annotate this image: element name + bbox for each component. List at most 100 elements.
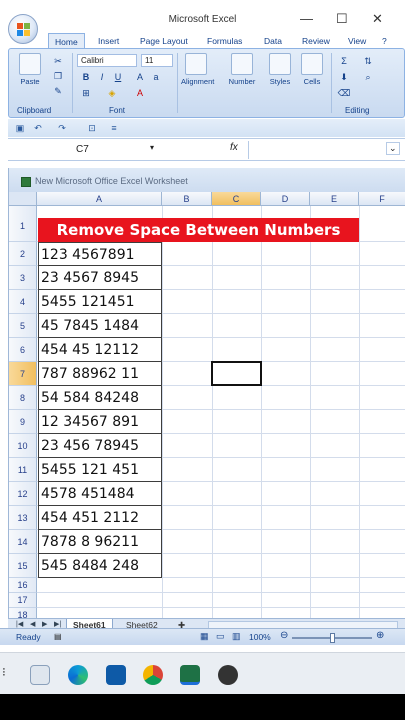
cells-button[interactable]: Cells bbox=[297, 53, 327, 86]
insert-function-button[interactable]: fx bbox=[230, 142, 238, 153]
styles-button[interactable]: Styles bbox=[265, 53, 295, 86]
underline-button[interactable]: U bbox=[111, 71, 125, 83]
alignment-button[interactable]: Alignment bbox=[181, 53, 214, 86]
row-header-11[interactable]: 11 bbox=[9, 458, 37, 482]
row-header-6[interactable]: 6 bbox=[9, 338, 37, 362]
zoom-out-icon[interactable]: ⊖ bbox=[280, 630, 288, 641]
row-header-15[interactable]: 15 bbox=[9, 554, 37, 578]
cell-a13[interactable]: 454 451 2112 bbox=[38, 506, 162, 530]
cell-a12[interactable]: 4578 451484 bbox=[38, 482, 162, 506]
tab-page-layout[interactable]: Page Layout bbox=[140, 33, 188, 49]
cell-a8[interactable]: 54 584 84248 bbox=[38, 386, 162, 410]
page-break-view-icon[interactable]: ▥ bbox=[232, 631, 241, 642]
row-header-9[interactable]: 9 bbox=[9, 410, 37, 434]
row-header-17[interactable]: 17 bbox=[9, 593, 37, 608]
row-header-12[interactable]: 12 bbox=[9, 482, 37, 506]
number-button[interactable]: Number bbox=[227, 53, 257, 86]
clear-icon[interactable]: ⌫ bbox=[337, 87, 351, 99]
zoom-slider[interactable] bbox=[292, 633, 372, 643]
formula-input[interactable] bbox=[252, 142, 382, 158]
normal-view-icon[interactable]: ▦ bbox=[200, 631, 209, 642]
column-header-b[interactable]: B bbox=[162, 192, 212, 206]
tab-data[interactable]: Data bbox=[264, 33, 282, 49]
page-layout-view-icon[interactable]: ▭ bbox=[216, 631, 225, 642]
undo-icon[interactable]: ↶ bbox=[32, 122, 44, 134]
prev-sheet-icon[interactable]: ◀ bbox=[30, 620, 35, 628]
macro-record-icon[interactable]: ▤ bbox=[54, 632, 62, 641]
row-header-3[interactable]: 3 bbox=[9, 266, 37, 290]
expand-formula-bar-icon[interactable]: ⌄ bbox=[386, 142, 400, 155]
cell-a7[interactable]: 787 88962 11 bbox=[38, 362, 162, 386]
borders-icon[interactable]: ⊞ bbox=[79, 87, 93, 99]
row-header-4[interactable]: 4 bbox=[9, 290, 37, 314]
row-header-5[interactable]: 5 bbox=[9, 314, 37, 338]
help-icon[interactable]: ? bbox=[382, 33, 387, 49]
bold-button[interactable]: B bbox=[79, 71, 93, 83]
cell-a6[interactable]: 454 45 12112 bbox=[38, 338, 162, 362]
row-header-2[interactable]: 2 bbox=[9, 242, 37, 266]
zoom-in-icon[interactable]: ⊕ bbox=[376, 630, 384, 641]
row-header-1[interactable]: 1 bbox=[9, 206, 37, 242]
format-painter-icon[interactable]: ✎ bbox=[51, 85, 65, 97]
paste-button[interactable]: Paste bbox=[15, 53, 45, 86]
row-header-8[interactable]: 8 bbox=[9, 386, 37, 410]
row-header-10[interactable]: 10 bbox=[9, 434, 37, 458]
cell-a5[interactable]: 45 7845 1484 bbox=[38, 314, 162, 338]
sort-filter-icon[interactable]: ⇅ bbox=[361, 55, 375, 67]
tab-review[interactable]: Review bbox=[302, 33, 330, 49]
close-button[interactable]: ✕ bbox=[372, 11, 383, 27]
font-name-select[interactable]: Calibri bbox=[77, 54, 137, 67]
save-icon[interactable]: ▣ bbox=[14, 122, 26, 134]
grow-font-icon[interactable]: A bbox=[133, 71, 147, 83]
fill-icon[interactable]: ⬇ bbox=[337, 71, 351, 83]
next-sheet-icon[interactable]: ▶ bbox=[42, 620, 47, 628]
title-banner[interactable]: Remove Space Between Numbers bbox=[38, 218, 359, 242]
zoom-level[interactable]: 100% bbox=[249, 632, 271, 642]
cell-a4[interactable]: 5455 121451 bbox=[38, 290, 162, 314]
row-header-7[interactable]: 7 bbox=[9, 362, 37, 386]
cell-a14[interactable]: 7878 8 96211 bbox=[38, 530, 162, 554]
cell-a10[interactable]: 23 456 78945 bbox=[38, 434, 162, 458]
cell-a2[interactable]: 123 4567891 bbox=[38, 242, 162, 266]
cell-a11[interactable]: 5455 121 451 bbox=[38, 458, 162, 482]
chrome-icon[interactable] bbox=[143, 665, 163, 685]
column-header-d[interactable]: D bbox=[261, 192, 310, 206]
cut-icon[interactable]: ✂ bbox=[51, 55, 65, 67]
select-all-corner[interactable] bbox=[9, 192, 37, 206]
cell-a3[interactable]: 23 4567 8945 bbox=[38, 266, 162, 290]
active-cell[interactable] bbox=[211, 361, 262, 386]
column-header-f[interactable]: F bbox=[359, 192, 405, 206]
tab-formulas[interactable]: Formulas bbox=[207, 33, 242, 49]
maximize-button[interactable]: ☐ bbox=[336, 11, 348, 27]
last-sheet-icon[interactable]: ▶| bbox=[54, 620, 61, 628]
tab-view[interactable]: View bbox=[348, 33, 366, 49]
excel-taskbar-icon[interactable] bbox=[180, 665, 200, 685]
column-header-c[interactable]: C bbox=[212, 192, 261, 206]
app-taskbar-icon[interactable] bbox=[218, 665, 238, 685]
italic-button[interactable]: I bbox=[95, 71, 109, 83]
column-header-a[interactable]: A bbox=[37, 192, 162, 206]
autosum-icon[interactable]: Σ bbox=[337, 55, 351, 67]
task-view-icon[interactable] bbox=[30, 665, 50, 685]
tab-home[interactable]: Home bbox=[48, 33, 85, 49]
shrink-font-icon[interactable]: a bbox=[149, 71, 163, 83]
edge-browser-icon[interactable] bbox=[68, 665, 88, 685]
find-select-icon[interactable]: ⌕ bbox=[361, 71, 375, 83]
cell-a15[interactable]: 545 8484 248 bbox=[38, 554, 162, 578]
zoom-slider-knob[interactable] bbox=[330, 633, 335, 643]
name-box-dropdown-icon[interactable]: ▾ bbox=[150, 143, 154, 152]
name-box[interactable]: C7 bbox=[18, 142, 166, 158]
print-preview-icon[interactable]: ⊡ bbox=[86, 122, 98, 134]
tab-insert[interactable]: Insert bbox=[98, 33, 119, 49]
customize-qat-icon[interactable]: ≡ bbox=[108, 122, 120, 134]
row-header-13[interactable]: 13 bbox=[9, 506, 37, 530]
font-size-select[interactable]: 11 bbox=[141, 54, 173, 67]
redo-icon[interactable]: ↷ bbox=[56, 122, 68, 134]
minimize-button[interactable]: — bbox=[300, 11, 313, 26]
row-header-16[interactable]: 16 bbox=[9, 578, 37, 593]
column-header-e[interactable]: E bbox=[310, 192, 359, 206]
font-color-icon[interactable]: A bbox=[133, 87, 147, 99]
fill-color-icon[interactable]: ◈ bbox=[105, 87, 119, 99]
row-header-14[interactable]: 14 bbox=[9, 530, 37, 554]
mail-icon[interactable] bbox=[106, 665, 126, 685]
